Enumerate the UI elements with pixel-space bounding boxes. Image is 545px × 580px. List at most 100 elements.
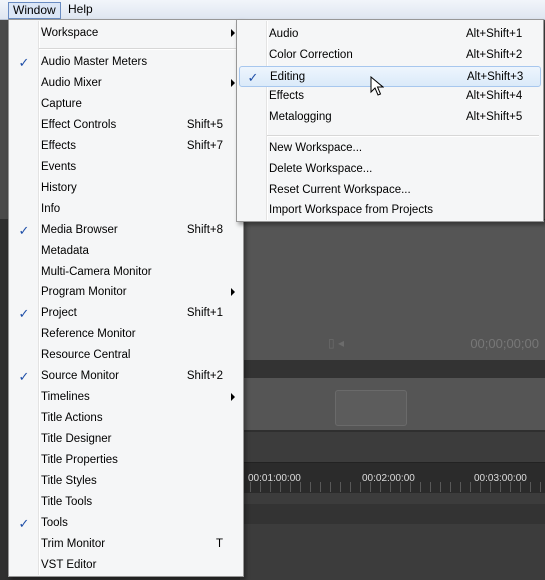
menu-item-shortcut: Shift+5 bbox=[186, 118, 223, 131]
menu-item[interactable]: Metadata bbox=[11, 241, 241, 262]
menu-item[interactable]: Delete Workspace... bbox=[239, 159, 541, 180]
menu-item[interactable]: Color Correction Alt+Shift+2 bbox=[239, 45, 541, 66]
window-menu: Workspace ✓ Audio Master Meters Audio Mixe… bbox=[8, 19, 244, 577]
menu-item-label: Title Actions bbox=[41, 412, 103, 425]
checkmark-icon: ✓ bbox=[18, 515, 30, 531]
monitor-timebar[interactable] bbox=[240, 360, 545, 378]
menu-item-label: Audio Master Meters bbox=[41, 56, 148, 68]
menu-item-label: Color Correction bbox=[269, 48, 353, 61]
menu-item[interactable]: ✓ Audio Master Meters bbox=[11, 52, 241, 73]
menu-item-label: Resource Central bbox=[41, 349, 131, 362]
menu-item[interactable]: History bbox=[11, 178, 241, 199]
source-monitor-panel: ▯ ◂ 00;00;00;00 bbox=[240, 220, 545, 430]
menu-item-label: Source Monitor bbox=[41, 370, 119, 383]
menu-item-label: Media Browser bbox=[41, 223, 118, 236]
menu-separator bbox=[267, 135, 539, 137]
menu-item[interactable]: Capture bbox=[11, 94, 241, 115]
menu-item[interactable]: ✓ Media Browser Shift+8 bbox=[11, 220, 241, 241]
menu-window[interactable]: Window bbox=[8, 2, 61, 19]
menu-item-shortcut: Shift+1 bbox=[186, 307, 223, 320]
menu-item-label: Project bbox=[41, 307, 77, 320]
menu-item-label: Title Tools bbox=[41, 495, 93, 508]
menu-item[interactable]: Timelines bbox=[11, 387, 241, 408]
menu-item-label: Metadata bbox=[41, 244, 89, 257]
menu-item-shortcut: Alt+Shift+5 bbox=[466, 111, 523, 124]
menu-item-label: Title Styles bbox=[41, 475, 97, 487]
menu-item[interactable]: Audio Alt+Shift+1 bbox=[239, 24, 541, 45]
checkmark-icon: ✓ bbox=[18, 55, 30, 70]
menu-item[interactable]: Multi-Camera Monitor bbox=[11, 262, 241, 283]
menu-item[interactable]: ✓ Editing Alt+Shift+3 bbox=[239, 65, 541, 87]
menu-item-label: Program Monitor bbox=[41, 286, 127, 299]
menu-item-label: Delete Workspace... bbox=[269, 162, 373, 175]
chevron-right-icon bbox=[231, 78, 235, 87]
menu-item-label: Effect Controls bbox=[41, 118, 117, 131]
workspace-submenu: Audio Alt+Shift+1 Color Correction Alt+Shif… bbox=[236, 19, 544, 222]
menu-item[interactable]: Reference Monitor bbox=[11, 324, 241, 345]
ruler-label: 00:02:00:00 bbox=[362, 473, 415, 484]
chevron-right-icon bbox=[231, 393, 235, 402]
menu-item[interactable]: Title Actions bbox=[11, 408, 241, 429]
timeline-track[interactable] bbox=[240, 504, 545, 524]
chevron-right-icon bbox=[231, 288, 235, 297]
menu-item[interactable]: Title Designer bbox=[11, 429, 241, 450]
menu-item-label: Capture bbox=[41, 97, 82, 110]
menu-item[interactable]: Title Styles bbox=[11, 471, 241, 492]
menu-item-label: New Workspace... bbox=[269, 142, 363, 154]
menu-item-workspace[interactable]: Workspace bbox=[11, 23, 241, 44]
menu-item-label: Editing bbox=[270, 70, 306, 83]
timeline-panel: 00:01:00:00 00:02:00:00 00:03:00:00 bbox=[240, 432, 545, 580]
menu-item-label: VST Editor bbox=[41, 558, 97, 571]
menu-item-label: Title Designer bbox=[41, 433, 112, 446]
menu-item[interactable]: Program Monitor bbox=[11, 282, 241, 303]
menu-item[interactable]: Audio Mixer bbox=[11, 73, 241, 94]
menu-item-label: Events bbox=[41, 160, 77, 173]
menu-item[interactable]: Reset Current Workspace... bbox=[239, 180, 541, 201]
menu-item-shortcut: Alt+Shift+1 bbox=[466, 28, 523, 40]
menu-item-label: Metalogging bbox=[269, 111, 332, 124]
menu-item[interactable]: Import Workspace from Projects bbox=[239, 200, 541, 221]
ruler-label: 00:03:00:00 bbox=[474, 473, 527, 484]
menu-item[interactable]: Metalogging Alt+Shift+5 bbox=[239, 107, 541, 128]
menu-item[interactable]: Effects Alt+Shift+4 bbox=[239, 86, 541, 107]
monitor-transport-controls[interactable] bbox=[335, 390, 407, 426]
menu-help[interactable]: Help bbox=[64, 2, 97, 17]
menu-item[interactable]: Effects Shift+7 bbox=[11, 136, 241, 157]
menu-item[interactable]: Info bbox=[11, 199, 241, 220]
ruler-label: 00:01:00:00 bbox=[248, 473, 301, 484]
mouse-pointer-icon bbox=[370, 76, 384, 96]
menu-item[interactable]: New Workspace... bbox=[239, 138, 541, 159]
menu-item[interactable]: Title Properties bbox=[11, 450, 241, 471]
menu-item[interactable]: Effect Controls Shift+5 bbox=[11, 115, 241, 136]
menu-item-label: Effects bbox=[41, 139, 76, 152]
menu-item-shortcut: Shift+8 bbox=[186, 223, 223, 236]
menu-item-shortcut: Shift+2 bbox=[186, 370, 223, 383]
marker-icon: ▯ ◂ bbox=[328, 336, 344, 350]
menu-item-label: History bbox=[41, 181, 77, 194]
checkmark-icon: ✓ bbox=[247, 69, 259, 85]
menu-item[interactable]: ✓ Tools bbox=[11, 513, 241, 534]
menu-item[interactable]: Events bbox=[11, 157, 241, 178]
menu-item-label: Reference Monitor bbox=[41, 328, 136, 341]
menu-bar: Window Help bbox=[0, 0, 545, 20]
menu-item-label: Effects bbox=[269, 90, 304, 103]
menu-item[interactable]: VST Editor bbox=[11, 555, 241, 576]
menu-item[interactable]: Resource Central bbox=[11, 345, 241, 366]
menu-item[interactable]: Trim Monitor T bbox=[11, 534, 241, 555]
menu-item-shortcut: Alt+Shift+4 bbox=[466, 90, 523, 103]
chevron-right-icon bbox=[231, 29, 235, 37]
menu-item-shortcut: Alt+Shift+2 bbox=[466, 48, 523, 61]
menu-item[interactable]: Title Tools bbox=[11, 492, 241, 513]
menu-item-label: Reset Current Workspace... bbox=[269, 183, 411, 196]
menu-item-label: Workspace bbox=[41, 27, 99, 39]
monitor-timecode: 00;00;00;00 bbox=[470, 336, 539, 351]
menu-item-label: Import Workspace from Projects bbox=[269, 204, 434, 217]
menu-separator bbox=[39, 48, 239, 50]
menu-item[interactable]: ✓ Source Monitor Shift+2 bbox=[11, 366, 241, 387]
menu-item[interactable]: ✓ Project Shift+1 bbox=[11, 303, 241, 324]
menu-item-shortcut: Alt+Shift+3 bbox=[467, 70, 524, 83]
menu-item-label: Info bbox=[41, 202, 61, 215]
menu-item-shortcut: Shift+7 bbox=[186, 139, 223, 152]
menu-item-shortcut: T bbox=[215, 537, 223, 550]
checkmark-icon: ✓ bbox=[18, 222, 30, 238]
